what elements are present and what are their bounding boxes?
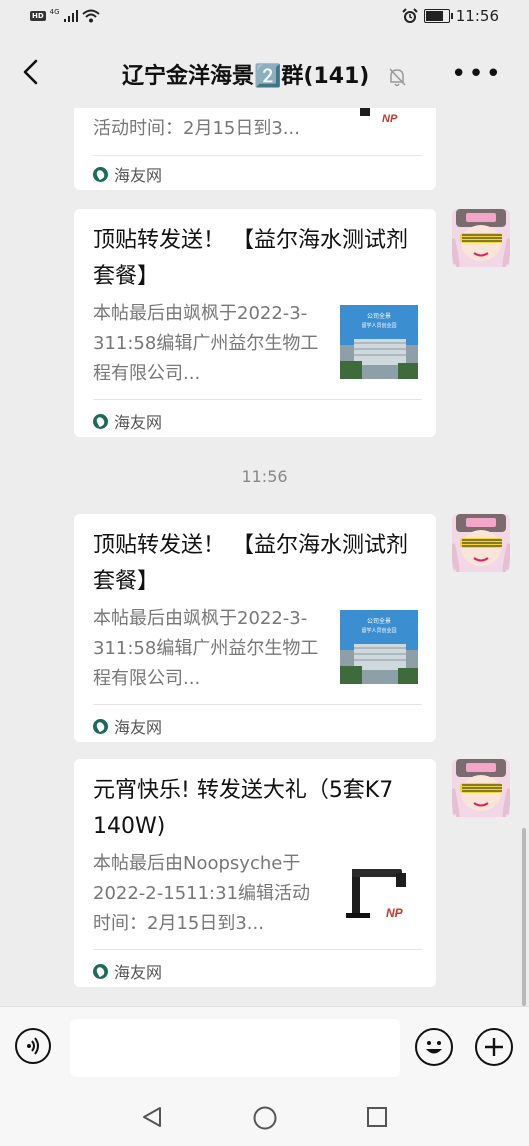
link-card-title: 元宵快乐! 转发送大礼（5套K7 140W) (93, 778, 394, 839)
avatar[interactable] (452, 514, 510, 572)
link-card[interactable]: 活动时间：2月15日到3... NP 海友网 (74, 108, 436, 190)
card-divider (93, 704, 422, 705)
voice-icon[interactable] (15, 1028, 51, 1064)
svg-text:留学人员创业园: 留学人员创业园 (361, 322, 396, 329)
chat-header: 辽宁金洋海景2️⃣群(141) ••• (0, 36, 529, 108)
haiyou-logo-icon (93, 963, 108, 979)
light-fixture-thumbnail: NP (340, 108, 418, 138)
svg-text:NP: NP (382, 113, 398, 125)
building-thumbnail: 公司全景 留学人员创业园 (340, 305, 418, 379)
light-fixture-thumbnail: NP (340, 859, 418, 933)
chat-title-text: 辽宁金洋海景2️⃣群(141) (121, 64, 370, 89)
link-card-title: 顶贴转发送！ 【益尔海水测试剂套餐】 (93, 533, 408, 594)
plus-icon[interactable] (475, 1028, 513, 1066)
avatar[interactable] (452, 209, 510, 267)
clock: 11:56 (455, 7, 499, 25)
scrollbar[interactable] (522, 828, 526, 1006)
link-card-desc: 活动时间：2月15日到3... (93, 118, 300, 139)
link-card[interactable]: 顶贴转发送！ 【益尔海水测试剂套餐】 本帖最后由飒枫于2022-3-311:58… (74, 209, 436, 437)
emoji-icon[interactable] (415, 1028, 453, 1066)
card-divider (93, 399, 422, 400)
source-name: 海友网 (114, 413, 163, 432)
card-divider (93, 155, 422, 156)
wifi-icon (81, 9, 100, 23)
nav-home-circle-icon[interactable] (252, 1105, 278, 1131)
svg-text:留学人员创业园: 留学人员创业园 (361, 627, 396, 634)
building-thumbnail: 公司全景 留学人员创业园 (340, 610, 418, 684)
source-name: 海友网 (114, 166, 163, 185)
status-right: 11:56 (402, 7, 499, 25)
system-nav-bar (0, 1088, 529, 1146)
input-bar (0, 1006, 529, 1089)
source-name: 海友网 (114, 963, 163, 982)
hd-badge: HD (30, 11, 46, 21)
link-card-desc: 本帖最后由飒枫于2022-3-311:58编辑广州益尔生物工程有限公司... (93, 303, 319, 384)
network-label: 4G (49, 8, 60, 16)
haiyou-logo-icon (93, 413, 108, 429)
link-card-title: 顶贴转发送！ 【益尔海水测试剂套餐】 (93, 228, 408, 289)
status-bar: HD 4G 11:56 (0, 0, 529, 36)
nav-recents-square-icon[interactable] (366, 1106, 388, 1128)
link-card[interactable]: 顶贴转发送！ 【益尔海水测试剂套餐】 本帖最后由飒枫于2022-3-311:58… (74, 514, 436, 742)
message-timestamp: 11:56 (241, 467, 288, 486)
svg-text:NP: NP (386, 906, 404, 920)
link-card-desc: 本帖最后由Noopsyche于2022-2-1511:31编辑活动时间：2月15… (93, 853, 311, 934)
chat-area[interactable]: 活动时间：2月15日到3... NP 海友网 顶贴转发送！ 【益尔海水测试剂套餐… (0, 108, 529, 1006)
svg-text:公司全景: 公司全景 (367, 617, 391, 625)
link-card-source: 海友网 (93, 959, 162, 983)
more-dots-icon[interactable]: ••• (451, 59, 503, 89)
signal-icon (63, 10, 78, 22)
link-card-desc: 本帖最后由飒枫于2022-3-311:58编辑广州益尔生物工程有限公司... (93, 608, 319, 689)
source-name: 海友网 (114, 718, 163, 737)
alarm-icon (402, 8, 418, 23)
avatar[interactable] (452, 759, 510, 817)
link-card-source: 海友网 (93, 714, 162, 738)
link-card-source: 海友网 (93, 409, 162, 433)
battery-icon (423, 9, 453, 23)
link-card-source: 海友网 (93, 162, 162, 186)
svg-text:公司全景: 公司全景 (367, 312, 391, 320)
message-input[interactable] (70, 1019, 400, 1077)
chat-title: 辽宁金洋海景2️⃣群(141) (0, 58, 529, 90)
card-divider (93, 949, 422, 950)
haiyou-logo-icon (93, 718, 108, 734)
nav-back-triangle-icon[interactable] (140, 1105, 164, 1129)
bell-muted-icon (389, 68, 406, 87)
status-left: HD 4G (30, 8, 100, 23)
link-card[interactable]: 元宵快乐! 转发送大礼（5套K7 140W) 本帖最后由Noopsyche于20… (74, 759, 436, 987)
haiyou-logo-icon (93, 166, 108, 182)
